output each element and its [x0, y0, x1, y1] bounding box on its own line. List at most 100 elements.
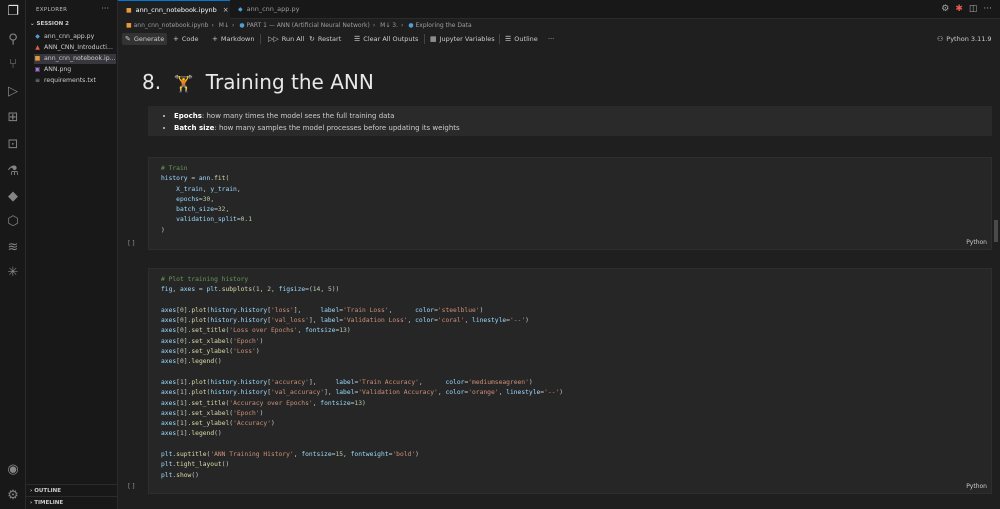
more-button[interactable]: ··· [545, 33, 557, 45]
bullet-desc: : how many samples the model processes b… [214, 124, 460, 132]
more-actions-icon[interactable]: ··· [101, 4, 109, 13]
file-item[interactable]: ≡ requirements.txt [34, 76, 116, 86]
search-icon[interactable]: ⚲ [5, 32, 21, 48]
workspace-section[interactable]: ⌄ SESSION 2 [30, 21, 69, 27]
explorer-header: EXPLORER [36, 7, 68, 13]
plus-icon: + [212, 35, 218, 43]
breadcrumb-item[interactable]: M↓ [219, 22, 229, 29]
gear-icon[interactable]: ⚙ [5, 488, 21, 504]
run-debug-icon[interactable]: ▷ [5, 84, 21, 100]
breadcrumb: ■ ann_cnn_notebook.ipynb › M↓ › ● PART 1 —… [126, 22, 472, 29]
file-name: ann_cnn_notebook.ip... [44, 55, 116, 62]
scrollbar-thumb[interactable] [994, 220, 998, 242]
tab-app[interactable]: ◆ ann_cnn_app.py [230, 0, 310, 19]
restart-button[interactable]: ↻ Restart [306, 33, 344, 45]
variables-button[interactable]: ▦ Jupyter Variables [427, 33, 498, 45]
python-file-icon: ◆ [35, 33, 40, 40]
code-cell-plot[interactable]: # Plot training history fig, axes = plt.… [148, 268, 992, 494]
breadcrumb-item[interactable]: Exploring the Data [415, 22, 471, 29]
timeline-label: TIMELINE [34, 500, 64, 506]
clear-icon: ☰ [354, 35, 361, 43]
packages-icon[interactable]: ⬡ [5, 214, 21, 230]
tab-notebook[interactable]: ■ ann_cnn_notebook.ipynb × [118, 0, 230, 19]
outline-label: Outline [514, 35, 538, 43]
restart-label: Restart [317, 35, 342, 43]
explorer-sidebar: EXPLORER ··· ⌄ SESSION 2 ◆ ann_cnn_app.py… [26, 0, 118, 509]
bug-icon[interactable]: ✱ [955, 4, 963, 14]
file-item[interactable]: ◆ ann_cnn_app.py [34, 32, 116, 42]
tab-label: ann_cnn_app.py [246, 5, 300, 13]
more-actions-icon[interactable]: ··· [983, 4, 992, 14]
run-all-label: Run All [281, 35, 305, 43]
testing-icon[interactable]: ⚗ [5, 164, 21, 180]
split-editor-icon[interactable]: ◫ [969, 4, 978, 14]
variables-label: Jupyter Variables [439, 35, 495, 43]
waves-icon[interactable]: ≋ [5, 240, 21, 256]
outline-button[interactable]: ☰ Outline [502, 33, 541, 45]
workspace-name: SESSION 2 [36, 21, 69, 27]
kernel-label: Python 3.11.9 [946, 35, 992, 43]
file-item[interactable]: ▣ ANN.png [34, 65, 116, 75]
weightlifter-icon: 🏋 [173, 74, 194, 93]
markdown-heading: 8. 🏋 Training the ANN [142, 70, 374, 94]
python-icon[interactable]: ◆ [5, 189, 21, 205]
execution-count[interactable]: [ ] [128, 240, 135, 247]
toolbar-divider [499, 34, 500, 44]
gear-icon[interactable]: ⚙ [941, 4, 949, 14]
add-markdown-button[interactable]: + Markdown [209, 33, 257, 45]
file-item-selected[interactable]: ■ ann_cnn_notebook.ip... [34, 54, 116, 64]
toolbar-divider [424, 34, 425, 44]
editor-actions: ⚙ ✱ ◫ ··· [935, 4, 992, 14]
file-name: ann_cnn_app.py [44, 33, 95, 40]
execution-count[interactable]: [ ] [128, 483, 135, 490]
clear-outputs-button[interactable]: ☰ Clear All Outputs [351, 33, 421, 45]
generate-button[interactable]: ✎ Generate [122, 33, 168, 45]
breadcrumb-item[interactable]: ann_cnn_notebook.ipynb [134, 22, 209, 29]
notebook-toolbar: ✎ Generate + Code + Markdown ▷▷ Run All ↻ Res… [118, 31, 1000, 47]
heading-text: Training the ANN [205, 70, 374, 94]
bullet-desc: : how many times the model sees the full… [201, 112, 395, 120]
variables-icon: ▦ [430, 35, 437, 43]
code-editor[interactable]: # Train history = ann.fit( X_train, y_tr… [149, 158, 991, 236]
notebook-file-icon: ■ [34, 55, 41, 62]
markdown-icon: ● [408, 22, 414, 29]
generate-label: Generate [133, 35, 165, 43]
kernel-selector[interactable]: ⚇ Python 3.11.9 [934, 33, 995, 45]
sparkle-icon[interactable]: ✳ [5, 265, 21, 281]
outline-label: OUTLINE [34, 488, 61, 494]
cell-language[interactable]: Python [966, 239, 987, 246]
pdf-file-icon: ▲ [35, 44, 40, 51]
file-name: ANN.png [44, 66, 72, 73]
tab-label: ann_cnn_notebook.ipynb [135, 6, 217, 14]
add-code-button[interactable]: + Code [170, 33, 202, 45]
code-cell-train[interactable]: # Train history = ann.fit( X_train, y_tr… [148, 157, 992, 250]
remote-icon[interactable]: ⊡ [5, 137, 21, 153]
files-icon[interactable]: ❐ [5, 4, 21, 20]
run-all-button[interactable]: ▷▷ Run All [265, 33, 307, 45]
source-control-icon[interactable]: ⑂ [5, 57, 21, 73]
kernel-icon: ⚇ [937, 35, 944, 43]
extensions-icon[interactable]: ⊞ [5, 110, 21, 126]
breadcrumb-item[interactable]: PART 1 — ANN (Artificial Neural Network) [247, 22, 370, 29]
heading-number: 8. [142, 70, 162, 94]
code-editor[interactable]: # Plot training history fig, axes = plt.… [149, 269, 991, 481]
python-file-icon: ◆ [238, 6, 243, 13]
breadcrumb-item[interactable]: M↓ 3. [380, 22, 398, 29]
file-item[interactable]: ▲ ANN_CNN_Introducti... [34, 43, 116, 53]
list-item: Epochs: how many times the model sees th… [174, 110, 992, 122]
markdown-icon: ● [239, 22, 245, 29]
outline-icon: ☰ [505, 35, 512, 43]
plus-icon: + [173, 35, 179, 43]
restart-icon: ↻ [309, 35, 315, 43]
close-icon[interactable]: × [223, 6, 229, 14]
image-file-icon: ▣ [34, 66, 41, 73]
outline-section[interactable]: › OUTLINE [26, 484, 118, 496]
bullet-term: Epochs [174, 112, 202, 120]
timeline-section[interactable]: › TIMELINE [26, 496, 118, 508]
code-label: Code [181, 35, 199, 43]
account-icon[interactable]: ◉ [5, 462, 21, 478]
file-name: requirements.txt [44, 77, 96, 84]
cell-language[interactable]: Python [966, 483, 987, 490]
run-all-icon: ▷▷ [268, 35, 279, 43]
markdown-label: Markdown [220, 35, 255, 43]
